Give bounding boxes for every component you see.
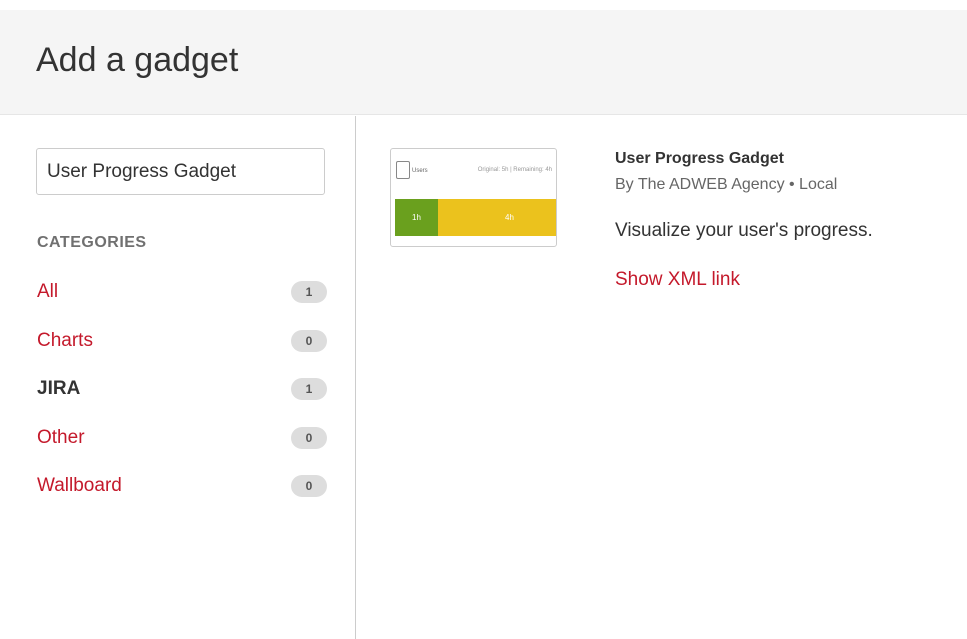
gadget-description: Visualize your user's progress.	[615, 220, 873, 241]
category-item-charts[interactable]: Charts 0	[37, 325, 327, 374]
category-list: All 1 Charts 0 JIRA 1 Other 0 Wallboard …	[37, 276, 327, 519]
category-count-badge: 0	[291, 329, 327, 352]
category-item-all[interactable]: All 1	[37, 276, 327, 325]
category-label: JIRA	[37, 378, 81, 399]
category-item-other[interactable]: Other 0	[37, 422, 327, 471]
progress-bar-done: 1h	[395, 199, 438, 236]
category-count-badge: 1	[291, 378, 327, 400]
page-title: Add a gadget	[36, 41, 239, 79]
thumbnail-status: Original: 5h | Remaining: 4h	[477, 167, 552, 173]
show-xml-link[interactable]: Show XML link	[615, 269, 740, 291]
gadget-thumbnail[interactable]: Users Original: 5h | Remaining: 4h 1h 4h	[390, 148, 557, 247]
gadget-author: By The ADWEB Agency • Local	[615, 176, 838, 193]
category-item-jira[interactable]: JIRA 1	[37, 373, 327, 422]
category-label: Other	[37, 426, 85, 448]
category-count-badge: 0	[291, 426, 327, 449]
user-avatar-icon	[396, 161, 410, 179]
category-label: Charts	[37, 329, 93, 351]
category-item-wallboard[interactable]: Wallboard 0	[37, 470, 327, 519]
thumbnail-user-name: Users	[412, 168, 428, 174]
category-label: All	[37, 281, 59, 302]
category-label: Wallboard	[37, 475, 122, 496]
gadget-title: User Progress Gadget	[615, 150, 784, 167]
sidebar: CATEGORIES All 1 Charts 0 JIRA 1 Other 0…	[0, 116, 356, 639]
search-input[interactable]	[36, 148, 325, 195]
progress-bar-remaining: 4h	[438, 199, 556, 236]
gadget-results: Users Original: 5h | Remaining: 4h 1h 4h…	[357, 116, 967, 639]
progress-bar: 1h 4h	[395, 199, 556, 236]
page-header: Add a gadget	[0, 10, 967, 115]
category-count-badge: 1	[291, 281, 327, 303]
category-count-badge: 0	[291, 475, 327, 497]
categories-heading: CATEGORIES	[37, 234, 147, 251]
